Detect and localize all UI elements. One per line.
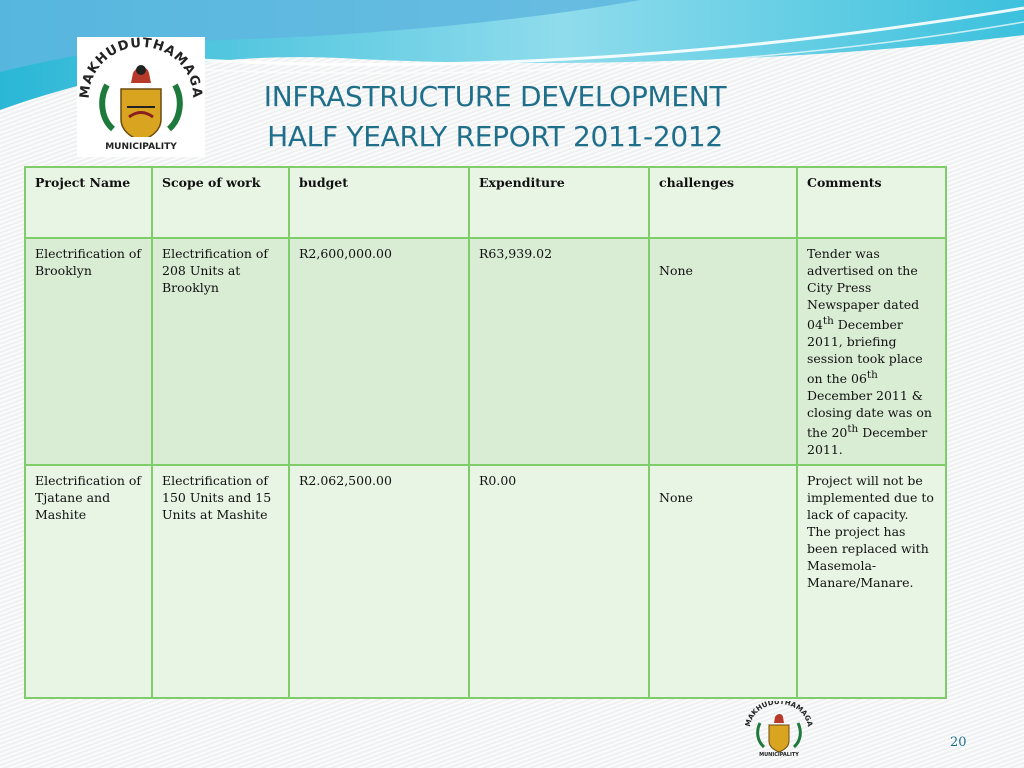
ordinal-suffix: th <box>822 315 834 327</box>
cell-scope: Electrification of 150 Units and 15 Unit… <box>151 464 290 700</box>
ordinal-suffix: th <box>866 369 878 382</box>
logo-small-banner-text: MUNICIPALITY <box>759 752 799 757</box>
table-row: Electrification of Brooklyn Electrificat… <box>24 236 947 467</box>
cell-budget: R2,600,000.00 <box>288 236 470 467</box>
municipality-logo-small: MAKHUDUTHAMAGA MUNICIPALITY <box>744 698 814 758</box>
page-number: 20 <box>950 735 967 750</box>
header-challenges: challenges <box>648 166 798 239</box>
table-header-row: Project Name Scope of work budget Expend… <box>24 166 947 239</box>
header-comments: Comments <box>796 166 947 239</box>
page-title-line1: INFRASTRUCTURE DEVELOPMENT <box>263 80 727 113</box>
table-row: Electrification of Tjatane and Mashite E… <box>24 464 947 700</box>
page-title-line2: HALF YEARLY REPORT 2011-2012 <box>267 120 723 153</box>
cell-project-name: Electrification of Brooklyn <box>24 236 153 467</box>
ordinal-suffix: th <box>847 423 859 436</box>
cell-budget: R2.062,500.00 <box>288 464 470 700</box>
cell-project-name: Electrification of Tjatane and Mashite <box>24 464 153 700</box>
challenges-text: None <box>659 490 693 506</box>
report-table: Project Name Scope of work budget Expend… <box>24 166 947 700</box>
cell-expenditure: R0.00 <box>468 464 650 700</box>
header-expenditure: Expenditure <box>468 166 650 239</box>
cell-comments: Project will not be implemented due to l… <box>796 464 947 700</box>
comments-text-part: December 2011, briefing session took pla… <box>807 317 923 387</box>
header-scope-of-work: Scope of work <box>151 166 290 239</box>
header-project-name: Project Name <box>24 166 153 239</box>
cell-expenditure: R63,939.02 <box>468 236 650 467</box>
challenges-text: None <box>659 263 693 278</box>
logo-banner-text: MUNICIPALITY <box>105 142 177 152</box>
municipality-logo: MAKHUDUTHAMAGA MUNICIPALITY <box>77 36 205 157</box>
cell-comments: Tender was advertised on the City Press … <box>796 236 947 467</box>
cell-challenges: None <box>648 464 798 700</box>
cell-scope: Electrification of 208 Units at Brooklyn <box>151 236 290 467</box>
cell-challenges: None <box>648 236 798 467</box>
header-budget: budget <box>288 166 470 239</box>
